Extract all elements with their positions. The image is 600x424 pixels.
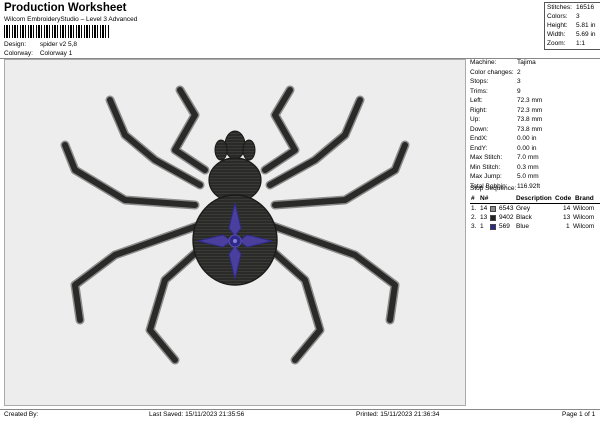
design-preview (4, 59, 466, 406)
stat-height: Height: 5.81 in (547, 22, 596, 29)
stop-sequence-header: # N# Description Code Brand (470, 194, 600, 204)
info-endy: EndY: 0.00 in (470, 144, 537, 152)
info-right: Right: 72.3 mm (470, 106, 543, 114)
page-title: Production Worksheet (4, 2, 127, 14)
footer-page-number: Page 1 of 1 (562, 411, 596, 418)
color-swatch (490, 215, 496, 221)
footer-printed: Printed: 15/11/2023 21:36:34 (356, 411, 440, 418)
stat-zoom: Zoom: 1:1 (547, 40, 586, 47)
stat-stitches: Stitches: 16516 (547, 4, 595, 11)
info-min-stitch: Min Stitch: 0.3 mm (470, 163, 539, 171)
col-num: # (471, 195, 475, 202)
stats-box: Stitches: 16516 Colors: 3 Height: 5.81 in W… (544, 2, 600, 50)
footer-divider (0, 409, 600, 410)
info-stops: Stops: 3 (470, 78, 521, 85)
info-machine: Machine: Tajima (470, 59, 536, 66)
stat-colors: Colors: 3 (547, 13, 580, 20)
info-max-jump: Max Jump: 5.0 mm (470, 173, 539, 180)
info-left: Left: 72.3 mm (470, 97, 543, 104)
footer-last-saved: Last Saved: 15/11/2023 21:35:56 (149, 411, 245, 418)
colorway-row: Colorway: Colorway 1 (4, 50, 72, 57)
colorway-value: Colorway 1 (39, 50, 73, 57)
spider-embroidery-image (60, 85, 410, 365)
footer-created-by: Created By: (4, 411, 39, 418)
stop-sequence-title: Stop Sequence: (470, 185, 517, 192)
color-swatch (490, 206, 496, 212)
barcode (4, 25, 110, 38)
col-description: Description (516, 195, 552, 202)
info-up: Up: 73.8 mm (470, 116, 543, 123)
design-label: Design: (4, 41, 27, 48)
info-down: Down: 73.8 mm (470, 125, 543, 133)
info-endx: EndX: 0.00 in (470, 135, 537, 142)
col-brand: Brand (575, 195, 594, 202)
color-swatch (490, 224, 496, 230)
table-row: 3. 1 569 Blue 1 Wilcom (471, 223, 595, 230)
design-row: Design: spider v2 5,8 (4, 41, 77, 48)
col-n: N# (480, 195, 489, 202)
info-trims: Trims: 9 (470, 87, 521, 95)
col-code: Code (555, 195, 572, 202)
info-max-stitch: Max Stitch: 7.0 mm (470, 154, 539, 161)
software-subtitle: Wilcom EmbroideryStudio – Level 3 Advanc… (4, 16, 138, 23)
stat-width: Width: 5.69 in (547, 31, 596, 38)
info-color-changes: Color changes: 2 (470, 68, 521, 76)
design-value: spider v2 5,8 (39, 41, 78, 48)
colorway-label: Colorway: (4, 50, 33, 57)
